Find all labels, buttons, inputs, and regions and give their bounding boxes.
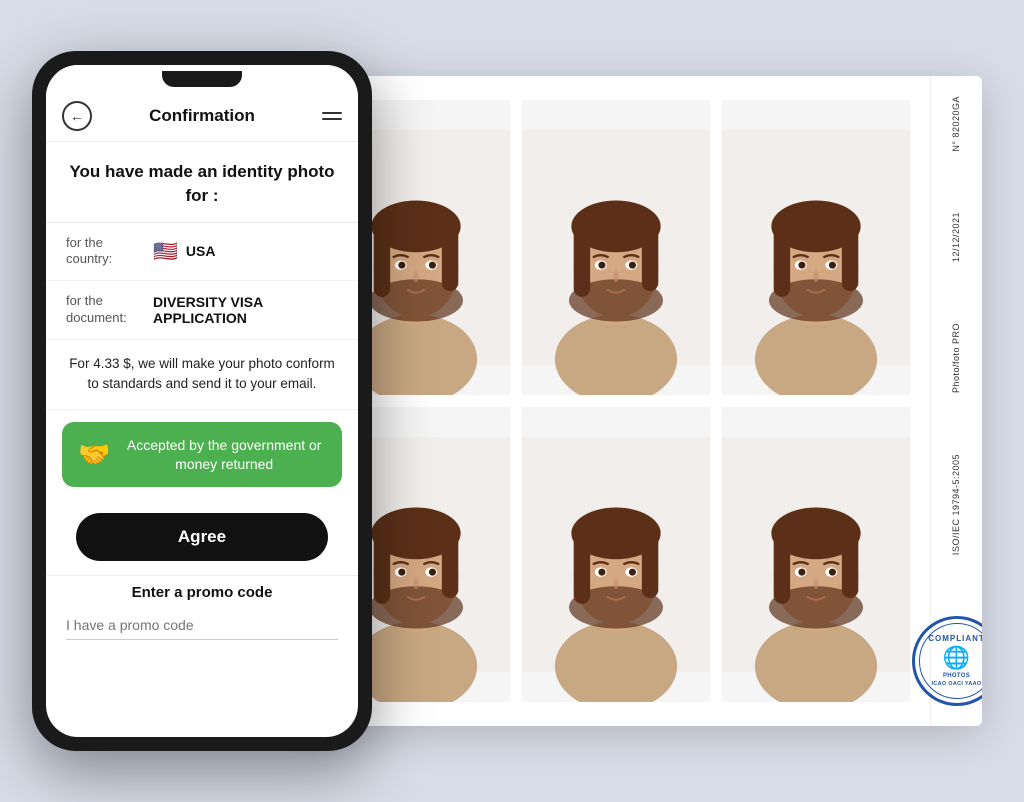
photo-number: N° 82020GA [951,96,963,152]
passport-photo-3 [722,100,910,395]
scene: N° 82020GA 12/12/2021 Photo/foto PRO ISO… [32,31,992,771]
photo-brand: Photo/foto PRO [951,323,963,393]
status-bar [46,65,358,93]
menu-button[interactable] [312,112,342,120]
promo-section: Enter a promo code [46,575,358,656]
screen-content: You have made an identity photo for : fo… [46,142,358,737]
photo-standard: ISO/IEC 19794-5:2005 [951,454,963,555]
phone-screen: ← Confirmation You have made an identity… [46,65,358,737]
headline-text: You have made an identity photo for : [66,160,338,208]
back-button[interactable]: ← [62,101,92,131]
photo-grid [302,76,930,726]
phone: ← Confirmation You have made an identity… [32,51,372,751]
country-row: for the country: 🇺🇸 USA [46,223,358,282]
back-icon: ← [70,108,84,124]
stamp-org: ICAO OACI YAAO [931,681,981,687]
promo-label: Enter a promo code [66,584,338,601]
document-value: DIVERSITY VISA APPLICATION [153,294,338,326]
passport-photo-6 [722,407,910,702]
price-text: For 4.33 $, we will make your photo conf… [66,354,338,395]
agree-button[interactable]: Agree [76,513,328,561]
promo-input[interactable] [66,611,338,640]
price-section: For 4.33 $, we will make your photo conf… [46,340,358,410]
stamp-globe-icon: 🌐 [943,645,971,671]
handshake-icon: 🤝 [78,439,110,470]
passport-photo-5 [522,407,710,702]
photo-date: 12/12/2021 [951,212,963,262]
country-name: USA [186,243,216,259]
menu-line-2 [322,118,342,120]
country-label: for the country: [66,235,141,269]
stamp-photos: PHOTOS [943,673,970,679]
usa-flag-icon: 🇺🇸 [153,239,178,264]
notch [162,71,242,87]
nav-title: Confirmation [92,106,312,126]
stamp-compliant: COMPLIANT [928,634,982,643]
guarantee-banner: 🤝 Accepted by the government or money re… [62,422,342,488]
headline-section: You have made an identity photo for : [46,142,358,222]
country-value: 🇺🇸 USA [153,239,215,264]
passport-photo-2 [522,100,710,395]
photo-sidebar: N° 82020GA 12/12/2021 Photo/foto PRO ISO… [930,76,982,726]
menu-line-1 [322,112,342,114]
guarantee-text: Accepted by the government or money retu… [122,436,326,474]
document-label: for the document: [66,293,141,327]
photo-sheet: N° 82020GA 12/12/2021 Photo/foto PRO ISO… [302,76,982,726]
nav-bar: ← Confirmation [46,93,358,142]
document-row: for the document: DIVERSITY VISA APPLICA… [46,281,358,340]
